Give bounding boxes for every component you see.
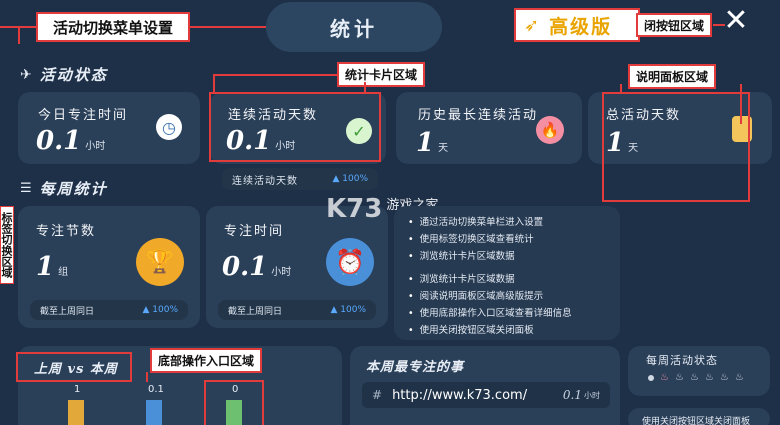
tab-switch-tag[interactable]: 标签切换区域 <box>0 206 14 284</box>
menu-tag[interactable]: 活动切换菜单设置 <box>36 12 190 42</box>
tip-item: 浏览统计卡片区域数据 <box>408 271 572 288</box>
chart-bar-this-week <box>146 400 162 425</box>
hash-icon: # <box>372 388 383 402</box>
close-button[interactable]: ✕ <box>720 0 752 40</box>
close-area-tag: 闭按钮区域 <box>636 13 713 37</box>
stat-value-group: 1 组 <box>36 252 69 282</box>
stat-card-longest: 历史最长连续活动 1 天 🔥 <box>396 92 582 164</box>
stat-value: 0.1 <box>36 126 82 156</box>
stat-card-highlight <box>209 92 381 162</box>
tip-item: 浏览统计卡片区域数据 <box>408 248 572 265</box>
bottom-action-tag: 底部操作入口区域 <box>150 348 263 373</box>
alarm-icon: ⏰ <box>326 238 374 286</box>
tips-list: 通过活动切换菜单栏进入设置 使用标签切换区域查看统计 浏览统计卡片区域数据 浏览… <box>408 214 572 339</box>
weekly-status-footer[interactable]: 使用关闭按钮区域关闭面板 <box>628 408 770 425</box>
premium-badge[interactable]: ➶ 高级版 <box>514 8 640 42</box>
stat-line-left <box>213 74 215 92</box>
streak-pill[interactable]: 连续活动天数 ▲ 100% <box>222 168 378 190</box>
stat-value: 0.1 <box>222 252 268 282</box>
flame-icon: ♨ <box>674 372 684 383</box>
flame-icon: ♨ <box>719 372 729 383</box>
flame-icon: ♨ <box>660 372 669 383</box>
stat-line-top <box>213 74 337 76</box>
flame-icon: 🔥 <box>536 116 564 144</box>
info-panel-tag: 说明面板区域 <box>628 64 717 89</box>
stat-card-today: 今日专注时间 0.1 小时 ◷ <box>18 92 200 164</box>
tip-item: 阅读说明面板区域高级版提示 <box>408 288 572 305</box>
stat-value-group: 0.1 小时 <box>36 126 106 156</box>
status-dots: ♨ ♨ ♨ ♨ ♨ ♨ <box>648 372 744 383</box>
stat-line-mid <box>364 84 366 92</box>
weekly-card-time: 专注时间 0.1 小时 ⏰ 截至上周同日 ▲ 100% <box>206 206 388 328</box>
stat-value-group: 0.1 小时 <box>222 252 292 282</box>
bottom-line <box>146 372 148 382</box>
focus-url-row[interactable]: # http://www.k73.com/ 0.1 小时 <box>362 382 610 408</box>
dot-icon <box>648 374 654 381</box>
tips-panel: 通过活动切换菜单栏进入设置 使用标签切换区域查看统计 浏览统计卡片区域数据 浏览… <box>394 206 620 340</box>
trophy-icon: 🏆 <box>136 238 184 286</box>
weekly-card-sessions: 专注节数 1 组 🏆 截至上周同日 ▲ 100% <box>18 206 200 328</box>
weekly-title: 每周统计 <box>39 180 108 198</box>
page-title: 统计 <box>330 16 378 41</box>
stat-value-group: 1 天 <box>416 128 449 158</box>
chart-bar-last-week <box>68 400 84 425</box>
bar-label: 0.1 <box>148 384 164 395</box>
stat-value: 1 <box>36 252 55 282</box>
menu-line-down <box>18 28 20 44</box>
layers-icon: ☰ <box>20 181 32 196</box>
tip-item: 使用标签切换区域查看统计 <box>408 231 572 248</box>
focus-value: 0.1 <box>562 388 582 402</box>
flame-icon: ♨ <box>704 372 714 383</box>
compare-highlight <box>16 352 132 382</box>
info-panel-highlight <box>602 92 750 202</box>
menu-line-right <box>190 26 266 28</box>
clock-icon: ◷ <box>156 114 182 140</box>
bar-label: 1 <box>74 384 81 395</box>
tip-item: 使用关闭按钮区域关闭面板 <box>408 322 572 339</box>
stat-cards-tag: 统计卡片区域 <box>337 62 426 87</box>
plane-icon: ✈ <box>20 66 32 83</box>
flame-icon: ♨ <box>734 372 744 383</box>
info-line-1 <box>620 84 622 92</box>
tip-item: 通过活动切换菜单栏进入设置 <box>408 214 572 231</box>
focus-title: 本周最专注的事 <box>366 360 465 375</box>
weekly-compare-pill[interactable]: 截至上周同日 ▲ 100% <box>30 300 188 320</box>
tip-item: 使用底部操作入口区域查看详细信息 <box>408 305 572 322</box>
bottom-action-highlight[interactable] <box>204 380 264 425</box>
focus-event-card: 本周最专注的事 # http://www.k73.com/ 0.1 小时 <box>350 346 620 425</box>
weekly-status-title: 每周活动状态 <box>646 354 718 367</box>
activity-section-header: ✈ 活动状态 <box>20 64 108 85</box>
activity-title: 活动状态 <box>39 66 108 84</box>
weekly-compare-pill[interactable]: 截至上周同日 ▲ 100% <box>218 300 376 320</box>
close-icon: ✕ <box>723 2 749 38</box>
flame-icon: ♨ <box>689 372 699 383</box>
focus-url: http://www.k73.com/ <box>392 387 528 403</box>
info-line-2 <box>740 84 742 124</box>
stat-value: 1 <box>416 128 435 158</box>
title-pill: 统计 <box>266 2 442 52</box>
weekly-status-card: 每周活动状态 ♨ ♨ ♨ ♨ ♨ ♨ <box>628 346 770 396</box>
weekly-section-header: ☰ 每周统计 <box>20 178 108 199</box>
rocket-icon: ➶ <box>524 14 540 36</box>
